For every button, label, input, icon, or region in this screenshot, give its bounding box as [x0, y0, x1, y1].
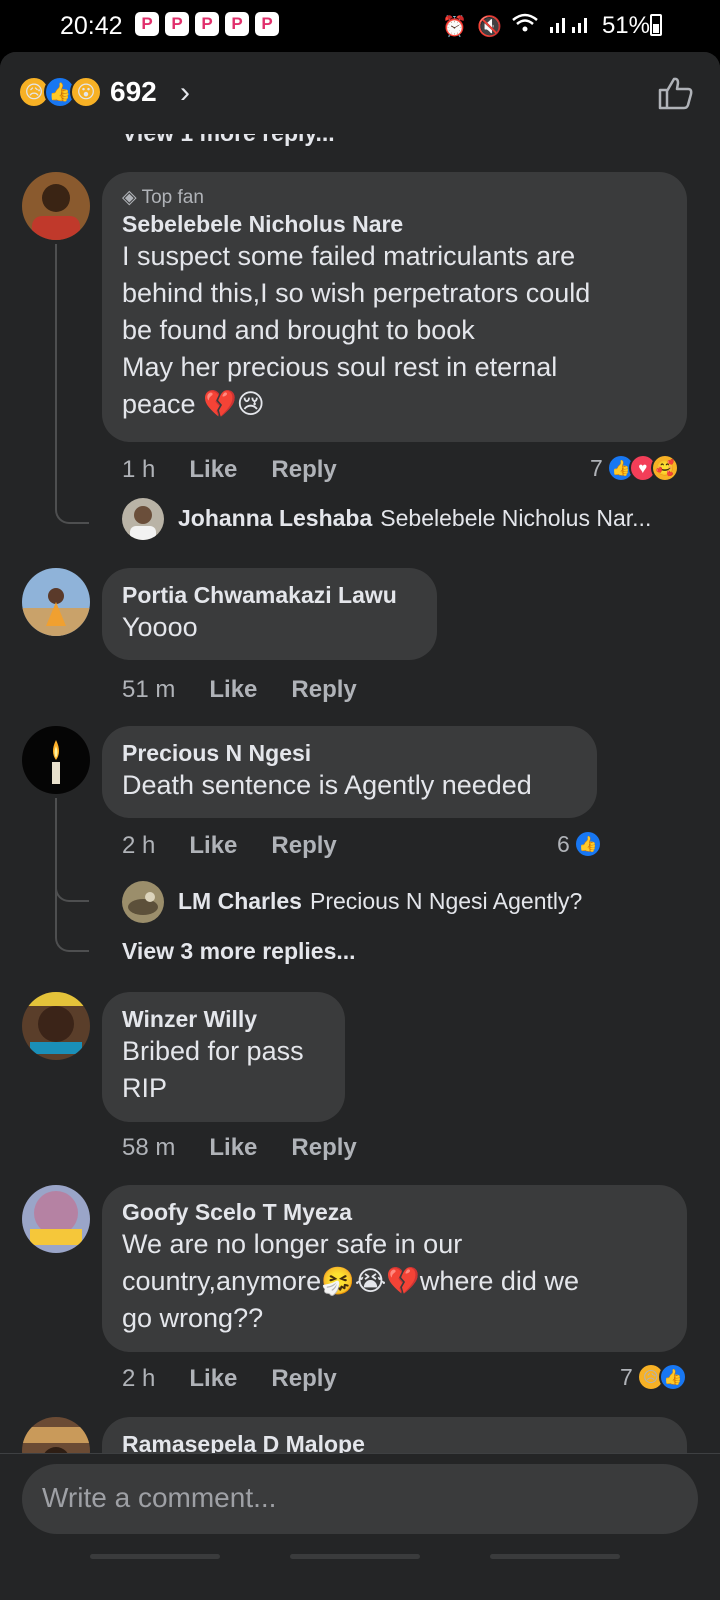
comment-actions: 51 m Like Reply — [122, 676, 357, 704]
app-notification-icon: P — [195, 12, 219, 36]
signal-icon — [548, 13, 592, 39]
comment-author[interactable]: Winzer Willy — [122, 1006, 325, 1033]
reply-button[interactable]: Reply — [291, 676, 356, 704]
comment-actions: 58 m Like Reply — [122, 1134, 357, 1162]
app-notification-icon: P — [135, 12, 159, 36]
comment-reactions[interactable]: 7 😥 👍 — [620, 1363, 687, 1391]
app-notification-icon: P — [255, 12, 279, 36]
battery-icon — [650, 14, 662, 36]
nav-gesture-bar — [490, 1554, 620, 1559]
comment-text: Yoooo — [122, 612, 198, 642]
thread-line — [55, 244, 57, 494]
like-button[interactable]: Like — [209, 1134, 257, 1162]
thread-connector — [55, 872, 89, 902]
avatar[interactable] — [22, 992, 90, 1060]
status-bar: 20:42 P P P P P ⏰ 🔇 51% — [0, 0, 720, 52]
comment-author[interactable]: Sebelebele Nicholus Nare — [122, 211, 667, 238]
reply-preview[interactable]: LM Charles Precious N Ngesi Agently? — [178, 888, 582, 915]
comment-author[interactable]: Goofy Scelo T Myeza — [122, 1199, 667, 1226]
avatar[interactable] — [22, 726, 90, 794]
notification-icons: P P P P P — [135, 12, 279, 36]
reply-button[interactable]: Reply — [291, 1134, 356, 1162]
reaction-count[interactable]: 692 — [110, 76, 157, 108]
comment-time: 2 h — [122, 1365, 156, 1392]
reaction-icons: 😥 👍 😮 — [18, 76, 102, 108]
wow-reaction-icon: 😮 — [70, 76, 102, 108]
app-notification-icon: P — [165, 12, 189, 36]
mute-icon: 🔇 — [477, 15, 502, 38]
comment-actions: 2 h Like Reply — [122, 1365, 337, 1393]
view-more-replies-link[interactable]: View 3 more replies... — [122, 938, 356, 965]
comment-actions: 2 h Like Reply — [122, 832, 337, 860]
chevron-right-icon[interactable]: › — [180, 76, 190, 110]
like-reaction-icon: 👍 — [658, 1363, 687, 1391]
reply-button[interactable]: Reply — [271, 1365, 336, 1393]
comment-reactions[interactable]: 6 👍 — [557, 830, 602, 858]
comment-input[interactable]: Write a comment... — [22, 1464, 698, 1534]
comment-text: We are no longer safe in our country,any… — [122, 1229, 579, 1333]
system-indicators: ⏰ 🔇 51% — [442, 12, 650, 40]
comment-bubble[interactable]: Goofy Scelo T Myeza We are no longer saf… — [102, 1185, 687, 1352]
avatar[interactable] — [122, 498, 164, 540]
app-notification-icon: P — [225, 12, 249, 36]
like-button[interactable]: Like — [189, 456, 237, 484]
comments-sheet: 😥 👍 😮 692 › View 1 more reply... ◈ Top f… — [0, 52, 720, 1600]
thread-connector — [55, 922, 89, 952]
avatar[interactable] — [22, 172, 90, 240]
comment-bubble[interactable]: Precious N Ngesi Death sentence is Agent… — [102, 726, 597, 818]
avatar[interactable] — [122, 881, 164, 923]
comment-bubble[interactable]: Portia Chwamakazi Lawu Yoooo — [102, 568, 437, 660]
comment-actions: 1 h Like Reply — [122, 456, 337, 484]
comment-author[interactable]: Portia Chwamakazi Lawu — [122, 582, 417, 609]
wifi-icon — [512, 13, 538, 39]
status-time: 20:42 — [60, 12, 123, 40]
like-thumb-icon[interactable] — [656, 74, 694, 112]
comment-composer: Write a comment... — [0, 1453, 720, 1568]
reply-button[interactable]: Reply — [271, 456, 336, 484]
reply-preview[interactable]: Johanna Leshaba Sebelebele Nicholus Nar..… — [178, 505, 651, 532]
nav-gesture-bar — [290, 1554, 420, 1559]
like-button[interactable]: Like — [209, 676, 257, 704]
comment-author[interactable]: Precious N Ngesi — [122, 740, 577, 767]
reply-button[interactable]: Reply — [271, 832, 336, 860]
care-reaction-icon: 🥰 — [650, 454, 679, 482]
diamond-icon: ◈ — [122, 187, 142, 208]
like-reaction-icon: 👍 — [573, 830, 602, 858]
battery-percent: 51% — [601, 12, 650, 39]
avatar[interactable] — [22, 1185, 90, 1253]
comment-time: 58 m — [122, 1134, 176, 1161]
like-button[interactable]: Like — [189, 1365, 237, 1393]
nav-gesture-bar — [90, 1554, 220, 1559]
comment-text: Death sentence is Agently needed — [122, 770, 532, 800]
top-fan-badge: ◈ Top fan — [122, 187, 204, 208]
comment-bubble[interactable]: ◈ Top fan Sebelebele Nicholus Nare I sus… — [102, 172, 687, 442]
comment-bubble[interactable]: Winzer Willy Bribed for pass RIP — [102, 992, 345, 1122]
comment-reactions[interactable]: 7 👍 ♥ 🥰 — [590, 454, 679, 482]
comment-time: 1 h — [122, 456, 156, 483]
avatar[interactable] — [22, 568, 90, 636]
comments-list[interactable]: View 1 more reply... ◈ Top fan Sebelebel… — [0, 112, 720, 1537]
alarm-icon: ⏰ — [442, 15, 468, 38]
reactions-header[interactable]: 😥 👍 😮 692 › — [0, 52, 720, 134]
comment-time: 2 h — [122, 832, 156, 859]
comment-time: 51 m — [122, 676, 176, 703]
thread-connector — [55, 472, 89, 524]
like-button[interactable]: Like — [189, 832, 237, 860]
comment-text: Bribed for pass RIP — [122, 1036, 304, 1103]
comment-text: I suspect some failed matriculants are b… — [122, 241, 591, 419]
thread-line — [55, 798, 57, 938]
